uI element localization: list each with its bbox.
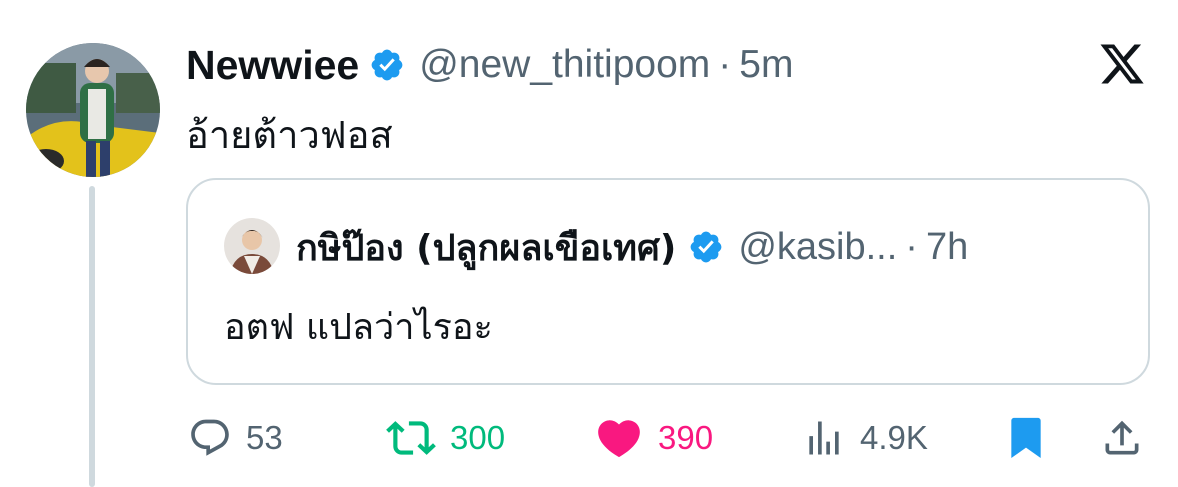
header-separator: · xyxy=(718,43,732,86)
reply-count: 53 xyxy=(246,419,283,456)
tweet-timestamp[interactable]: 5m xyxy=(739,43,793,87)
like-count: 390 xyxy=(658,419,714,456)
quoted-tweet-header: กษิป๊อง (ปลูกผลเขือเทศ) @kasib... · 7h xyxy=(296,222,968,272)
reply-button[interactable]: 53 xyxy=(188,410,283,466)
views-button[interactable]: 4.9K xyxy=(802,410,928,466)
avatar-photo xyxy=(26,43,160,177)
author-avatar[interactable] xyxy=(26,43,160,177)
tweet-text: อ้ายต้าวฟอส xyxy=(186,113,393,157)
quoted-handle[interactable]: @kasib... xyxy=(738,226,897,269)
retweet-icon xyxy=(386,421,436,455)
thread-line xyxy=(89,186,95,487)
quoted-author-avatar xyxy=(224,218,280,274)
quoted-separator: · xyxy=(905,225,918,268)
heart-icon xyxy=(598,420,640,458)
quoted-verified-badge-icon xyxy=(690,231,722,263)
author-display-name[interactable]: Newwiee xyxy=(186,42,359,89)
like-button[interactable]: 390 xyxy=(594,410,713,466)
views-icon xyxy=(809,421,839,455)
retweet-button[interactable]: 300 xyxy=(386,410,505,466)
author-handle[interactable]: @new_thitipoom xyxy=(419,43,710,87)
bookmark-icon xyxy=(1011,417,1041,459)
share-button[interactable] xyxy=(1098,410,1146,466)
tweet-header: Newwiee @new_thitipoom · 5m xyxy=(186,40,793,90)
views-count: 4.9K xyxy=(860,419,928,456)
quoted-timestamp[interactable]: 7h xyxy=(926,226,968,269)
verified-badge-icon[interactable] xyxy=(369,47,405,83)
retweet-count: 300 xyxy=(450,419,506,456)
quoted-tweet-text: อตฟ แปลว่าไรอะ xyxy=(224,307,493,348)
share-icon xyxy=(1105,420,1139,455)
x-logo-icon xyxy=(1100,44,1144,84)
bookmark-button[interactable] xyxy=(1006,410,1046,466)
quoted-tweet-card[interactable]: กษิป๊อง (ปลูกผลเขือเทศ) @kasib... · 7h อ… xyxy=(186,178,1150,385)
quoted-display-name[interactable]: กษิป๊อง (ปลูกผลเขือเทศ) xyxy=(296,219,676,276)
quoted-avatar-photo xyxy=(224,218,280,274)
reply-icon xyxy=(191,419,229,456)
